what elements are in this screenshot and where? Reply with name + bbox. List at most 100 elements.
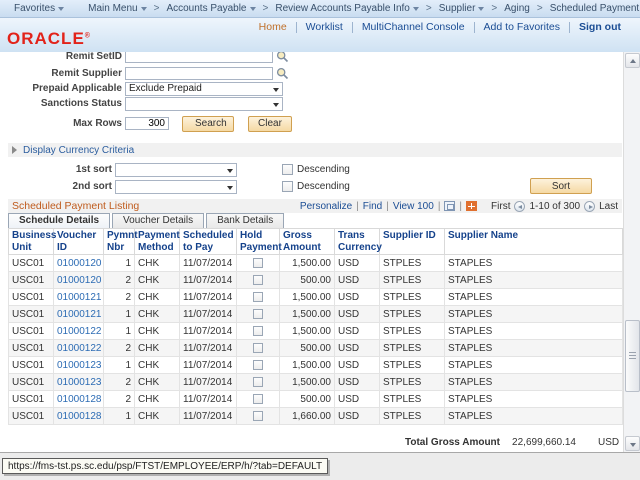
- hold-payment-cell: [237, 357, 280, 374]
- voucher-id-link[interactable]: 01000121: [57, 309, 102, 320]
- voucher-id-link[interactable]: 01000121: [57, 292, 102, 303]
- business-unit-cell: USC01: [9, 306, 54, 323]
- hold-payment-checkbox[interactable]: [253, 258, 263, 268]
- hold-payment-checkbox[interactable]: [253, 343, 263, 353]
- hold-payment-checkbox[interactable]: [253, 377, 263, 387]
- max-rows-input[interactable]: [125, 117, 169, 130]
- breadcrumb-item-accounts-payable[interactable]: Accounts Payable: [160, 3, 261, 14]
- total-gross-amount-value: 22,699,660.14: [500, 437, 576, 448]
- business-unit-cell: USC01: [9, 391, 54, 408]
- breadcrumb-item-aging[interactable]: Aging: [498, 3, 536, 14]
- first-link[interactable]: First: [491, 201, 510, 212]
- gross-amount-cell: 1,500.00: [280, 357, 335, 374]
- nav-link-home[interactable]: Home: [250, 21, 296, 33]
- voucher-id-link[interactable]: 01000128: [57, 411, 102, 422]
- voucher-id-link[interactable]: 01000120: [57, 258, 102, 269]
- nav-link-worklist[interactable]: Worklist: [297, 21, 352, 33]
- voucher-id-link[interactable]: 01000128: [57, 394, 102, 405]
- descending2-checkbox[interactable]: [282, 181, 293, 192]
- hold-payment-checkbox[interactable]: [253, 360, 263, 370]
- voucher-id-link[interactable]: 01000123: [57, 377, 102, 388]
- sanctions-status-select[interactable]: [125, 97, 283, 111]
- toolbar-link-personalize[interactable]: Personalize: [300, 201, 352, 212]
- sort-button[interactable]: Sort: [530, 178, 592, 194]
- display-currency-criteria-section[interactable]: Display Currency Criteria: [8, 143, 622, 157]
- voucher-id-link[interactable]: 01000123: [57, 360, 102, 371]
- toolbar-separator: |: [459, 201, 462, 212]
- table-row: USC01010001211CHK11/07/20141,500.00USDST…: [9, 306, 623, 323]
- nav-link-sign-out[interactable]: Sign out: [570, 21, 630, 33]
- chevron-down-icon: [141, 7, 147, 11]
- download-grid-icon[interactable]: [466, 201, 477, 211]
- scroll-down-icon[interactable]: [625, 436, 640, 451]
- lookup-icon[interactable]: [276, 52, 289, 63]
- clear-button[interactable]: Clear: [248, 116, 292, 132]
- voucher-id-cell: 01000121: [54, 289, 104, 306]
- business-unit-cell: USC01: [9, 374, 54, 391]
- voucher-id-link[interactable]: 01000120: [57, 275, 102, 286]
- hold-payment-checkbox[interactable]: [253, 326, 263, 336]
- scheduled-to-pay-cell: 11/07/2014: [180, 357, 237, 374]
- column-header-trans-currency: Trans Currency: [335, 229, 380, 255]
- vertical-scrollbar[interactable]: [623, 52, 640, 452]
- hold-payment-cell: [237, 306, 280, 323]
- hold-payment-checkbox[interactable]: [253, 394, 263, 404]
- nav-link-multichannel-console[interactable]: MultiChannel Console: [353, 21, 474, 33]
- breadcrumb-separator: >: [491, 3, 497, 14]
- business-unit-cell: USC01: [9, 323, 54, 340]
- payment-method-cell: CHK: [135, 289, 180, 306]
- breadcrumb-separator: >: [154, 3, 160, 14]
- scrollbar-thumb[interactable]: [625, 320, 640, 392]
- tab-schedule-details[interactable]: Schedule Details: [8, 213, 110, 228]
- total-gross-amount-label: Total Gross Amount: [8, 437, 500, 448]
- scroll-up-icon[interactable]: [625, 53, 640, 68]
- previous-page-icon[interactable]: [514, 201, 525, 212]
- trans-currency-cell: USD: [335, 272, 380, 289]
- supplier-name-cell: STAPLES: [445, 289, 623, 306]
- toolbar-link-view-100[interactable]: View 100: [393, 201, 434, 212]
- next-page-icon[interactable]: [584, 201, 595, 212]
- tab-voucher-details[interactable]: Voucher Details: [112, 213, 204, 228]
- breadcrumb-separator: >: [263, 3, 269, 14]
- favorites-menu[interactable]: Favorites: [8, 3, 70, 14]
- nav-link-add-to-favorites[interactable]: Add to Favorites: [475, 21, 569, 33]
- second-sort-select[interactable]: [115, 180, 237, 194]
- breadcrumb-item-main-menu[interactable]: Main Menu: [82, 3, 152, 14]
- breadcrumb-item-label: Aging: [504, 3, 530, 14]
- breadcrumb-item-scheduled-payment[interactable]: Scheduled Payment: [544, 3, 640, 14]
- table-row: USC01010001231CHK11/07/20141,500.00USDST…: [9, 357, 623, 374]
- remit-supplier-input[interactable]: [125, 67, 273, 80]
- hold-payment-checkbox[interactable]: [253, 292, 263, 302]
- voucher-id-cell: 01000120: [54, 272, 104, 289]
- hold-payment-cell: [237, 391, 280, 408]
- sanctions-status-label: Sanctions Status: [0, 98, 125, 109]
- toolbar-link-find[interactable]: Find: [363, 201, 382, 212]
- descending1-checkbox[interactable]: [282, 164, 293, 175]
- second-sort-label: 2nd sort: [0, 181, 115, 192]
- popup-window-icon[interactable]: [444, 201, 455, 211]
- breadcrumb-item-review-accounts-payable-info[interactable]: Review Accounts Payable Info: [269, 3, 425, 14]
- tab-bank-details[interactable]: Bank Details: [206, 213, 284, 228]
- breadcrumb-item-supplier[interactable]: Supplier: [433, 3, 491, 14]
- toolbar-separator: |: [438, 201, 441, 212]
- column-header-supplier-id: Supplier ID: [380, 229, 445, 255]
- trans-currency-cell: USD: [335, 340, 380, 357]
- voucher-id-link[interactable]: 01000122: [57, 343, 102, 354]
- lookup-icon[interactable]: [276, 67, 289, 80]
- prepaid-applicable-label: Prepaid Applicable: [0, 83, 125, 94]
- hold-payment-checkbox[interactable]: [253, 309, 263, 319]
- payment-method-cell: CHK: [135, 357, 180, 374]
- table-row: USC01010001201CHK11/07/20141,500.00USDST…: [9, 255, 623, 272]
- remit-setid-input[interactable]: [125, 52, 273, 63]
- prepaid-applicable-select[interactable]: Exclude Prepaid: [125, 82, 283, 96]
- voucher-id-link[interactable]: 01000122: [57, 326, 102, 337]
- voucher-id-cell: 01000128: [54, 391, 104, 408]
- supplier-name-cell: STAPLES: [445, 306, 623, 323]
- search-button[interactable]: Search: [182, 116, 234, 132]
- hold-payment-checkbox[interactable]: [253, 411, 263, 421]
- first-sort-select[interactable]: [115, 163, 237, 177]
- gross-amount-cell: 1,500.00: [280, 289, 335, 306]
- hold-payment-checkbox[interactable]: [253, 275, 263, 285]
- last-link[interactable]: Last: [599, 201, 618, 212]
- business-unit-cell: USC01: [9, 272, 54, 289]
